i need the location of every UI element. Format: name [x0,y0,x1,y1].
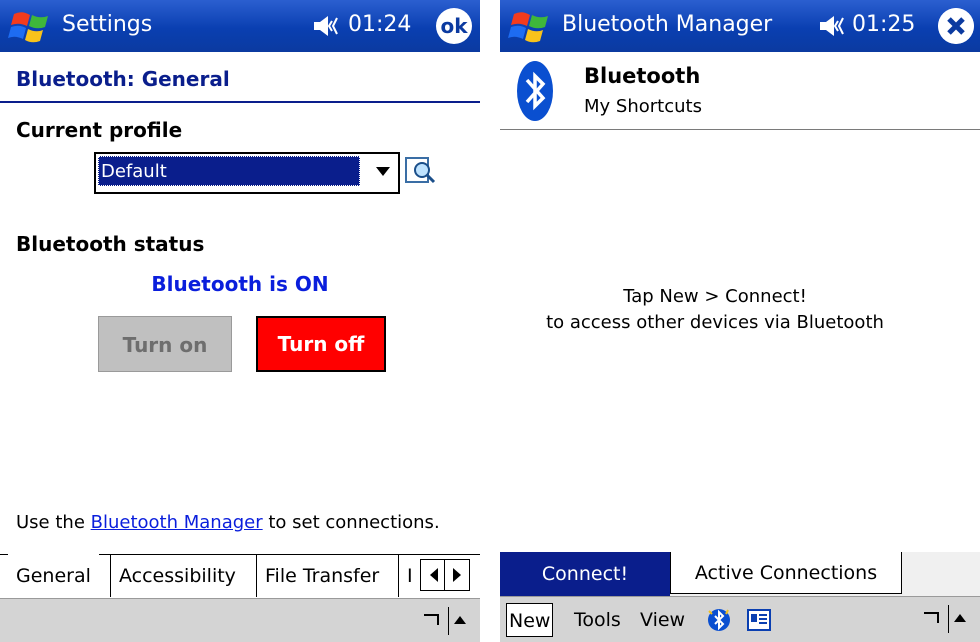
menu-view[interactable]: View [638,603,687,637]
menu-new[interactable]: New [506,603,554,637]
command-bar: New Tools View [500,596,980,642]
separator [480,0,500,642]
tab-bar: General Accessibility File Transfer I [0,554,480,599]
tab-scroll-control[interactable] [420,559,470,591]
profile-select-value: Default [98,156,360,186]
chevron-down-icon[interactable] [368,154,398,188]
page-title: Bluetooth: General [16,67,230,91]
empty-state-line-2: to access other devices via Bluetooth [546,312,884,333]
speaker-icon[interactable] [818,14,848,38]
menu-tools[interactable]: Tools [572,603,623,637]
clock[interactable]: 01:24 [348,12,411,37]
page-header: Bluetooth: General [0,60,480,100]
footer-suffix: to set connections. [262,512,440,533]
title-bar: Settings 01:24 ok [0,0,480,52]
turn-on-button[interactable]: Turn on [98,316,232,372]
windows-start-icon[interactable] [508,8,554,44]
bluetooth-manager-screen: Bluetooth Manager 01:25 Bluetooth My Sho… [500,0,980,642]
tab-partial[interactable]: I [398,555,422,597]
current-profile-label: Current profile [16,118,183,142]
close-icon[interactable] [938,8,974,44]
title-bar: Bluetooth Manager 01:25 [500,0,980,52]
scroll-right-icon[interactable] [448,565,466,585]
sip-arrow[interactable] [448,607,469,635]
clock[interactable]: 01:25 [852,12,915,37]
header-divider [500,129,980,130]
app-header-subtitle: My Shortcuts [584,96,702,117]
keyboard-sip-icon[interactable] [420,609,446,633]
keyboard-sip-icon[interactable] [920,607,946,631]
window-title: Bluetooth Manager [562,12,773,37]
tab-active-connections[interactable]: Active Connections [670,552,902,594]
tab-bar: Connect! Active Connections [500,552,980,596]
bluetooth-logo-icon [517,61,553,121]
footer-hint: Use the Bluetooth Manager to set connect… [16,512,440,533]
app-header: Bluetooth My Shortcuts [500,52,980,130]
chevron-up-icon [954,614,966,622]
app-header-title: Bluetooth [584,64,701,88]
bluetooth-status-text: Bluetooth is ON [151,272,329,296]
tab-accessibility[interactable]: Accessibility [110,555,244,597]
scroll-left-icon[interactable] [425,565,443,585]
sip-arrow[interactable] [948,605,969,633]
window-title: Settings [62,12,153,37]
contact-card-icon[interactable] [746,607,772,633]
footer-prefix: Use the [16,512,91,533]
bluetooth-icon[interactable] [706,607,732,633]
chevron-up-icon [454,616,466,624]
settings-screen: Settings 01:24 ok Bluetooth: General Cur… [0,0,480,642]
bluetooth-manager-link[interactable]: Bluetooth Manager [91,512,263,533]
tab-connect[interactable]: Connect! [500,552,670,596]
empty-state-line-1: Tap New > Connect! [623,286,807,307]
profile-lookup-icon[interactable] [402,152,438,188]
ok-button[interactable]: ok [436,8,472,44]
profile-select[interactable]: Default [94,152,400,194]
turn-off-button[interactable]: Turn off [256,316,386,372]
header-divider [0,101,480,103]
tab-file-transfer[interactable]: File Transfer [256,555,388,597]
tab-general[interactable]: General [8,554,99,596]
command-bar [0,598,480,642]
bluetooth-status-heading: Bluetooth status [16,232,205,256]
windows-start-icon[interactable] [8,8,54,44]
speaker-icon[interactable] [312,14,342,38]
empty-state-message: Tap New > Connect! to access other devic… [500,284,930,336]
